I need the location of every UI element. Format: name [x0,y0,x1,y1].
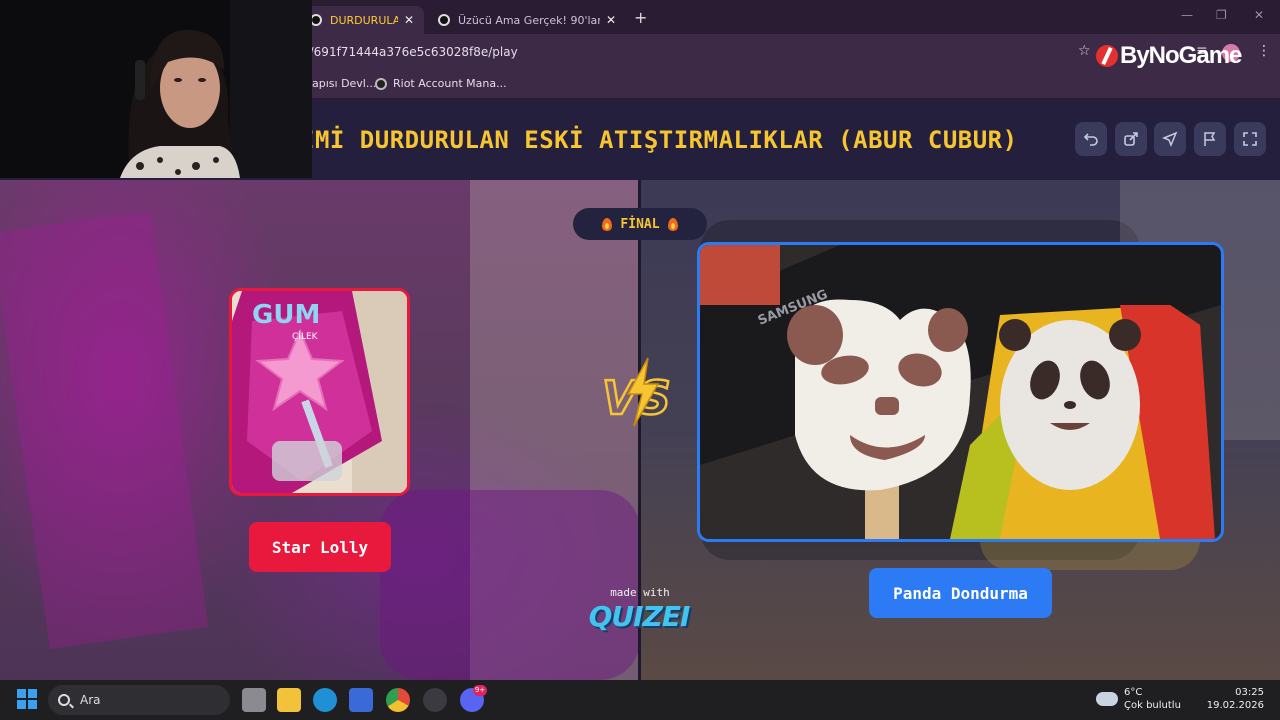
windows-start-icon[interactable] [16,688,40,712]
vote-left-button[interactable]: Star Lolly [249,522,391,572]
edge-browser-icon[interactable] [313,688,337,712]
microsoft-store-icon[interactable] [349,688,373,712]
star-lolly-picture: GUM ÇİLEK [232,291,407,493]
close-tab-icon[interactable]: ✕ [404,13,414,27]
left-option-image[interactable]: GUM ÇİLEK [229,288,410,496]
tab-title: Üzücü Ama Gerçek! 90'lardan G [458,13,600,27]
chrome-browser-icon[interactable] [386,688,410,712]
share-icon [1124,132,1138,146]
weather-desc: Çok bulutlu [1124,700,1181,711]
tab-quiz[interactable]: DURDURULAN ESKİ AT ✕ [300,6,424,34]
bookmark-star-icon[interactable]: ☆ [1078,43,1091,59]
weather-temp: 6°C [1124,687,1143,698]
flame-icon [602,217,613,231]
flame-icon [667,217,678,231]
cloud-icon [1096,692,1118,706]
task-view-icon[interactable] [242,688,266,712]
steam-icon[interactable] [423,688,447,712]
bookmark-item[interactable]: apısı Devl... [312,77,376,90]
fullscreen-button[interactable] [1234,122,1266,156]
clock-date: 19.02.2026 [1206,700,1264,711]
right-option-image[interactable]: SAMSUNG [697,242,1224,542]
system-clock[interactable]: 03:25 19.02.2026 [1200,686,1264,712]
close-tab-icon[interactable]: ✕ [606,13,616,27]
round-badge: FİNAL [573,208,707,240]
undo-button[interactable] [1075,122,1107,156]
notification-badge: 9+ [473,685,487,696]
webcam-overlay [0,0,312,178]
send-icon [1162,131,1178,147]
clock-time: 03:25 [1235,687,1264,698]
quizei-logo[interactable]: QUIZEI [583,600,695,633]
bookmark-favicon-icon [375,77,387,90]
send-button[interactable] [1154,122,1186,156]
report-button[interactable] [1194,122,1226,156]
url-input[interactable]: iz/691f71444a376e5c63028f8e/play [300,39,1100,65]
menu-kebab-icon[interactable]: ⋮ [1257,43,1271,59]
share-button[interactable] [1115,122,1147,156]
tab-favicon-icon [438,14,450,26]
taskbar-search-input[interactable]: Ara [48,685,230,715]
bookmark-item[interactable]: Riot Account Mana... [375,77,507,90]
image-caption: GUM [252,300,320,330]
quiz-match-area: FİNAL GUM ÇİLEK VS SAMSUNG Star Lolly Pa… [0,180,1280,680]
bynogame-logo-icon [1096,45,1118,67]
screen: DURDURULAN ESKİ AT ✕ Üzücü Ama Gerçek! 9… [0,0,1280,720]
page-title: İMİ DURDURULAN ESKİ ATIŞTIRMALIKLAR (ABU… [300,126,1018,154]
file-explorer-icon[interactable] [277,688,301,712]
vote-right-button[interactable]: Panda Dondurma [869,568,1052,618]
new-tab-icon[interactable]: + [634,8,647,27]
windows-taskbar: Ara 9+ [0,680,1280,720]
streamer-webcam-picture [0,0,312,178]
weather-widget[interactable]: 6°C Çok bulutlu [1096,686,1181,712]
made-with-label: made with [610,586,670,599]
bynogame-overlay-logo: ByNoGame [1096,42,1242,70]
bynogame-logo-text: ByNoGame [1120,42,1242,69]
close-window-icon[interactable]: ✕ [1254,8,1264,22]
panda-ice-cream-picture: SAMSUNG [700,245,1221,539]
tab-video[interactable]: Üzücü Ama Gerçek! 90'lardan G ✕ [428,6,626,34]
undo-icon [1083,133,1098,146]
fullscreen-icon [1243,132,1257,146]
flag-icon [1204,132,1216,146]
round-label: FİNAL [620,216,660,232]
tab-title: DURDURULAN ESKİ AT [330,13,398,27]
search-icon [58,694,70,706]
image-subcaption: ÇİLEK [292,331,319,342]
vs-lightning-icon: VS [601,357,672,427]
minimize-icon[interactable]: — [1181,8,1193,22]
maximize-icon[interactable]: ❐ [1216,8,1227,22]
